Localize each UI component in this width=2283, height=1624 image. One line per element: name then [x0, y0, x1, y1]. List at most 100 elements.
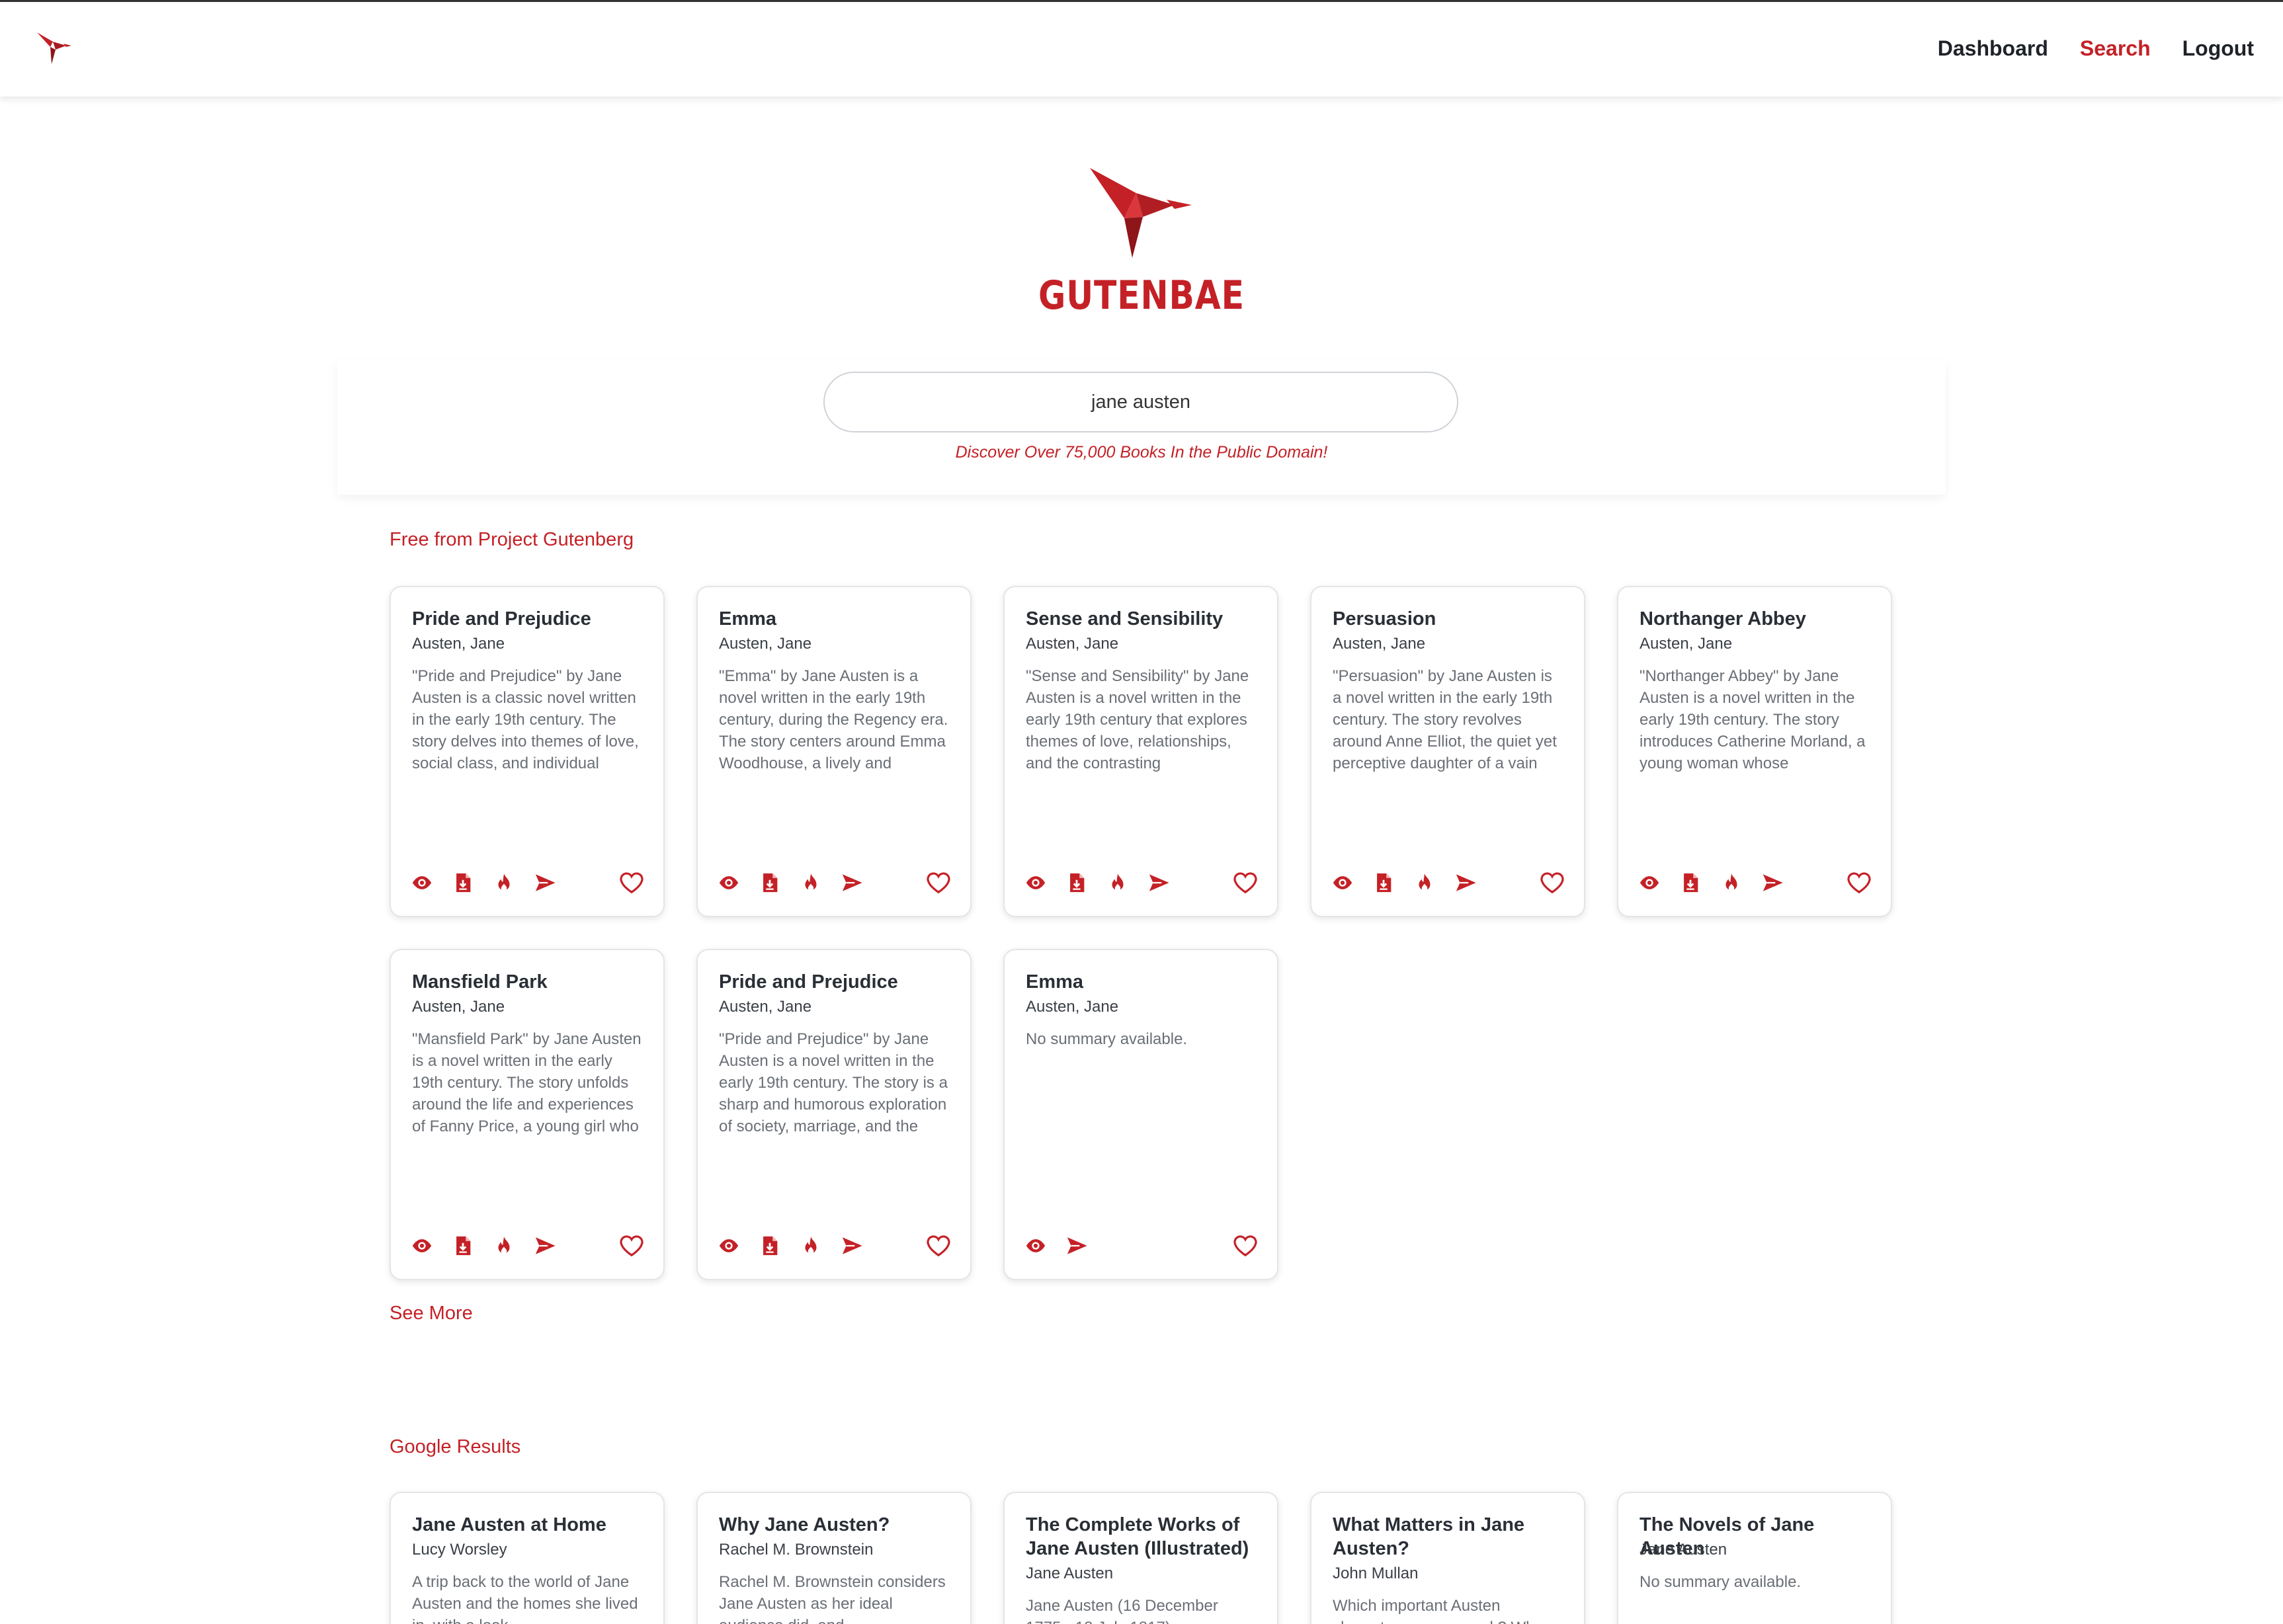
file-download-icon[interactable] — [1678, 870, 1703, 895]
file-download-icon[interactable] — [450, 870, 476, 895]
eye-icon[interactable] — [1023, 870, 1048, 895]
book-title[interactable]: Emma — [1026, 970, 1259, 994]
eye-icon[interactable] — [409, 870, 435, 895]
book-actions — [1023, 870, 1171, 895]
book-author: Austen, Jane — [719, 998, 812, 1016]
book-summary: "Emma" by Jane Austen is a novel written… — [719, 667, 948, 772]
book-title[interactable]: Jane Austen at Home — [412, 1513, 645, 1537]
book-card[interactable]: Pride and Prejudice Austen, Jane "Pride an… — [696, 949, 972, 1280]
book-summary: Rachel M. Brownstein considers Jane Aust… — [719, 1573, 946, 1624]
book-summary: Which important Austen characters never … — [1333, 1597, 1542, 1624]
book-author: Austen, Jane — [412, 998, 505, 1016]
book-title[interactable]: Pride and Prejudice — [719, 970, 952, 994]
eye-icon[interactable] — [716, 870, 741, 895]
eye-icon[interactable] — [716, 1233, 741, 1258]
book-author: Jane Austen — [1026, 1564, 1114, 1582]
book-actions — [1637, 870, 1785, 895]
book-author: Austen, Jane — [412, 635, 505, 653]
book-title[interactable]: Northanger Abbey — [1640, 607, 1872, 631]
book-title[interactable]: Pride and Prejudice — [412, 607, 645, 631]
google-section-title: Google Results — [390, 1436, 521, 1457]
book-summary: Jane Austen (16 December 1775 - 18 July … — [1026, 1597, 1218, 1624]
eye-icon[interactable] — [1330, 870, 1355, 895]
nav-dashboard-link[interactable]: Dashboard — [1938, 36, 2048, 61]
file-download-icon[interactable] — [450, 1233, 476, 1258]
book-title[interactable]: Mansfield Park — [412, 970, 645, 994]
send-icon[interactable] — [1760, 870, 1785, 895]
flame-icon[interactable] — [1719, 870, 1744, 895]
book-summary: "Pride and Prejudice" by Jane Austen is … — [412, 667, 639, 772]
book-card[interactable]: Pride and Prejudice Austen, Jane "Pride an… — [390, 586, 665, 917]
heart-icon[interactable] — [925, 870, 952, 895]
book-author: John Mullan — [1333, 1564, 1419, 1582]
heart-icon[interactable] — [1232, 1233, 1259, 1258]
flame-icon[interactable] — [491, 1233, 517, 1258]
book-author: Lucy Worsley — [412, 1541, 507, 1559]
book-summary: A trip back to the world of Jane Austen … — [412, 1573, 638, 1624]
book-title[interactable]: Why Jane Austen? — [719, 1513, 952, 1537]
book-title[interactable]: The Complete Works of Jane Austen (Illus… — [1026, 1513, 1259, 1561]
flame-icon[interactable] — [798, 1233, 823, 1258]
file-download-icon[interactable] — [1064, 870, 1089, 895]
book-author: Austen, Jane — [1640, 635, 1733, 653]
book-card[interactable]: Mansfield Park Austen, Jane "Mansfield Par… — [390, 949, 665, 1280]
heart-icon[interactable] — [618, 870, 645, 895]
eye-icon[interactable] — [1637, 870, 1662, 895]
brand-wordmark: GUTENBAE — [1038, 272, 1245, 319]
book-title[interactable]: Emma — [719, 607, 952, 631]
book-actions — [1330, 870, 1478, 895]
flame-icon[interactable] — [1105, 870, 1130, 895]
book-card[interactable]: The Novels of Jane Austen Jane Austen No s… — [1617, 1492, 1892, 1624]
book-card[interactable]: Jane Austen at Home Lucy Worsley A trip ba… — [390, 1492, 665, 1624]
book-summary: No summary available. — [1640, 1573, 1802, 1591]
flame-icon[interactable] — [1412, 870, 1437, 895]
book-card[interactable]: Persuasion Austen, Jane "Persuasion" by Ja… — [1310, 586, 1585, 917]
file-download-icon[interactable] — [757, 1233, 782, 1258]
send-icon[interactable] — [1064, 1233, 1089, 1258]
book-summary: "Northanger Abbey" by Jane Austen is a n… — [1640, 667, 1866, 772]
file-download-icon[interactable] — [1371, 870, 1396, 895]
heart-icon[interactable] — [925, 1233, 952, 1258]
nav-links: Dashboard Search Logout — [1938, 36, 2254, 61]
heart-icon[interactable] — [1846, 870, 1872, 895]
bird-logo-icon — [1090, 168, 1192, 258]
book-summary: "Persuasion" by Jane Austen is a novel w… — [1333, 667, 1557, 772]
book-author: Rachel M. Brownstein — [719, 1541, 874, 1559]
heart-icon[interactable] — [618, 1233, 645, 1258]
see-more-link[interactable]: See More — [390, 1303, 473, 1324]
flame-icon[interactable] — [798, 870, 823, 895]
send-icon[interactable] — [532, 870, 558, 895]
heart-icon[interactable] — [1539, 870, 1565, 895]
book-card[interactable]: The Complete Works of Jane Austen (Illus… — [1003, 1492, 1278, 1624]
book-summary: "Pride and Prejudice" by Jane Austen is … — [719, 1030, 948, 1135]
send-icon[interactable] — [532, 1233, 558, 1258]
book-card[interactable]: Emma Austen, Jane "Emma" by Jane Austen is… — [696, 586, 972, 917]
book-card[interactable]: Northanger Abbey Austen, Jane "Northanger … — [1617, 586, 1892, 917]
bird-logo-icon[interactable] — [37, 32, 73, 65]
file-download-icon[interactable] — [757, 870, 782, 895]
send-icon[interactable] — [839, 1233, 864, 1258]
search-tagline: Discover Over 75,000 Books In the Public… — [955, 443, 1328, 462]
top-navbar: Dashboard Search Logout — [0, 0, 2283, 97]
eye-icon[interactable] — [1023, 1233, 1048, 1258]
book-title[interactable]: What Matters in Jane Austen? — [1333, 1513, 1565, 1561]
book-title[interactable]: Sense and Sensibility — [1026, 607, 1259, 631]
send-icon[interactable] — [1146, 870, 1171, 895]
book-actions — [716, 1233, 864, 1258]
search-input[interactable] — [823, 372, 1458, 432]
nav-search-link[interactable]: Search — [2080, 36, 2151, 61]
flame-icon[interactable] — [491, 870, 517, 895]
book-card[interactable]: Sense and Sensibility Austen, Jane "Sense … — [1003, 586, 1278, 917]
book-card[interactable]: Emma Austen, Jane No summary available. — [1003, 949, 1278, 1280]
book-card[interactable]: Why Jane Austen? Rachel M. Brownstein Rach… — [696, 1492, 972, 1624]
heart-icon[interactable] — [1232, 870, 1259, 895]
send-icon[interactable] — [839, 870, 864, 895]
eye-icon[interactable] — [409, 1233, 435, 1258]
book-title[interactable]: Persuasion — [1333, 607, 1565, 631]
book-actions — [409, 1233, 558, 1258]
book-card[interactable]: What Matters in Jane Austen? John Mullan W… — [1310, 1492, 1585, 1624]
send-icon[interactable] — [1453, 870, 1478, 895]
nav-logout-link[interactable]: Logout — [2182, 36, 2254, 61]
book-author: Austen, Jane — [719, 635, 812, 653]
book-actions — [716, 870, 864, 895]
